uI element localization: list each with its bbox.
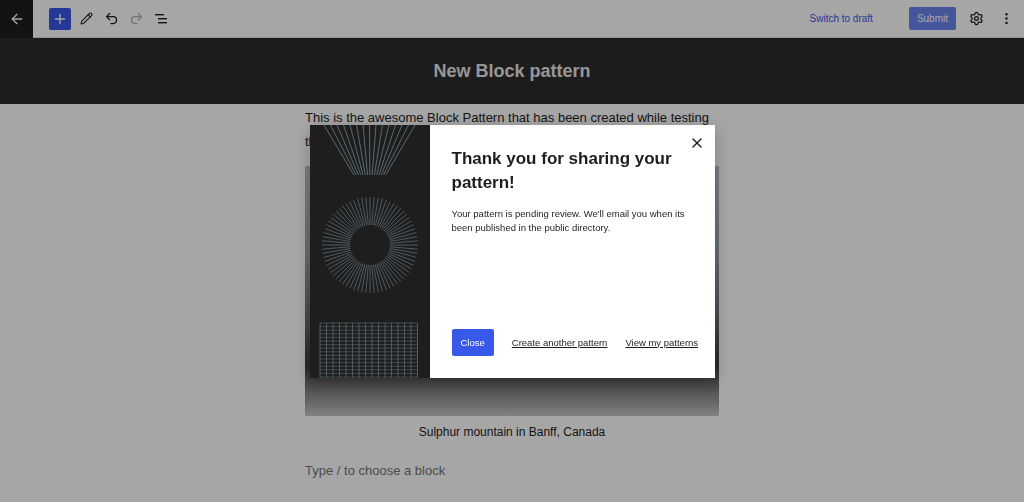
close-button[interactable]: Close: [452, 329, 494, 356]
modal-art-panel: [310, 125, 430, 378]
modal-close-button[interactable]: [689, 135, 705, 151]
modal-overlay: Thank you for sharing your pattern! Your …: [0, 0, 1024, 502]
modal-actions: Close Create another pattern View my patte…: [452, 329, 699, 356]
modal-title: Thank you for sharing your pattern!: [452, 147, 699, 195]
pattern-illustration-icon: [310, 125, 430, 378]
modal-link[interactable]: Create another pattern: [512, 337, 608, 348]
modal-body: Thank you for sharing your pattern! Your …: [430, 125, 721, 378]
close-x-icon: [689, 135, 705, 151]
success-modal: Thank you for sharing your pattern! Your …: [310, 125, 715, 378]
modal-message: Your pattern is pending review. We'll em…: [452, 207, 699, 235]
modal-link[interactable]: View my patterns: [625, 337, 698, 348]
